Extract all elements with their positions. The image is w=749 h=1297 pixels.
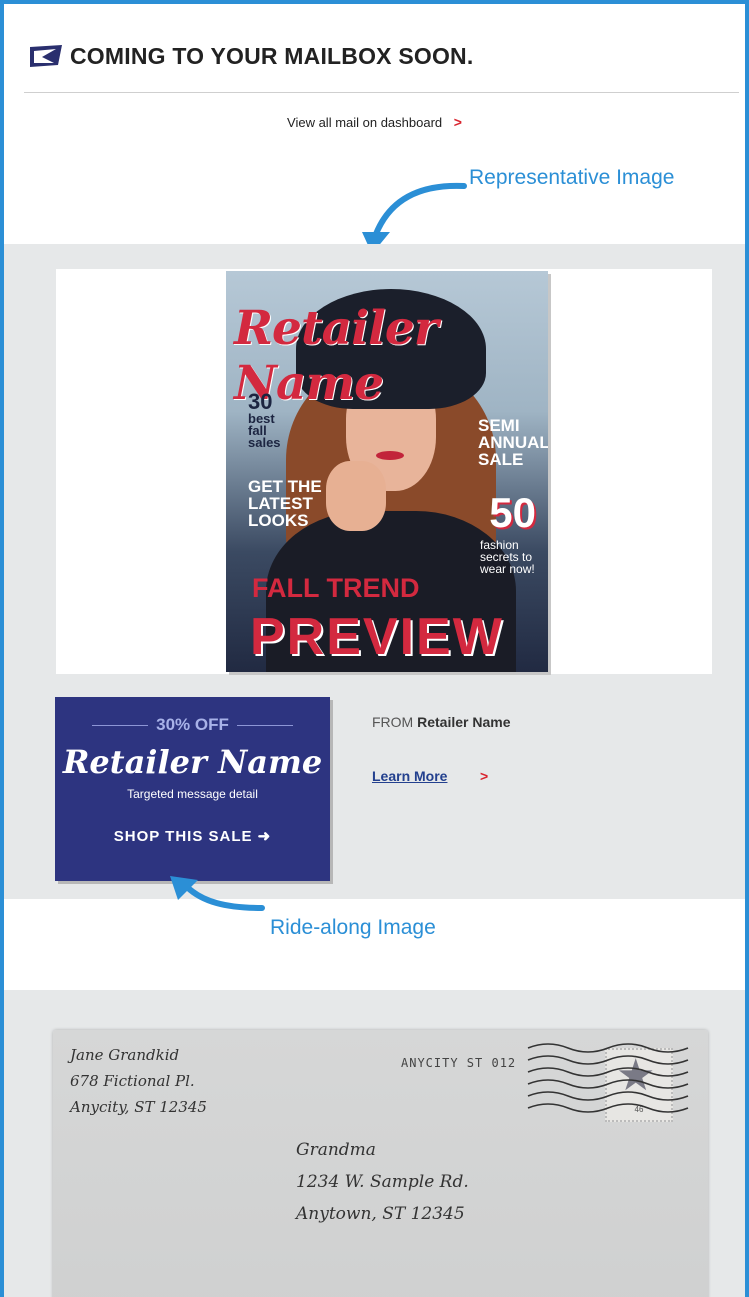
page-title: COMING TO YOUR MAILBOX SOON. [70,42,474,69]
ride-along-image-callout: Ride-along Image [270,916,436,939]
cover-masthead: Retailer Name [234,301,439,411]
sender-name: Retailer Name [417,714,511,730]
chevron-right-icon: > [453,114,462,130]
cover-number-30: 30 [248,389,273,414]
magazine-cover-image[interactable]: Retailer Name 30 best fall sales GET THE… [226,271,548,672]
discount-label: 30% OFF [156,715,229,734]
cover-number-50: 50 [489,489,536,536]
cover-latest-looks: GET THE LATEST LOOKS [248,477,322,530]
shop-this-sale-button[interactable]: SHOP THIS SALE ➜ [55,827,330,845]
recipient-street: 1234 W. Sample Rd. [296,1172,469,1192]
chevron-right-icon: > [480,768,489,784]
discount-line-right [236,724,293,726]
representative-image-callout: Representative Image [469,166,675,189]
dashboard-link-label[interactable]: View all mail on dashboard [287,115,442,130]
mailpiece-panel: Jane Grandkid 678 Fictional Pl. Anycity,… [4,990,745,1297]
cover-fashion-secrets: fashion secrets to wear now! [480,538,535,576]
postmark-text: ANYCITY ST 012 [401,1056,517,1070]
header-divider [24,92,739,93]
ride-along-image[interactable]: 30% OFF Retailer Name Targeted message d… [55,697,330,881]
cover-semi-annual-sale: SEMI ANNUAL SALE [478,416,548,469]
representative-image-container: Retailer Name 30 best fall sales GET THE… [56,269,712,674]
recipient-name: Grandma [296,1140,376,1160]
cover-lips [376,451,404,460]
usps-eagle-logo-icon [30,45,62,67]
ride-along-retailer-name: Retailer Name [62,743,323,781]
cancellation-wave-lines-icon [527,1043,689,1113]
from-label: FROM [372,714,414,730]
return-city: Anycity, ST 12345 [70,1098,207,1116]
ride-along-detail: Targeted message detail [127,787,258,801]
sender-line: FROM Retailer Name [372,714,511,730]
dashboard-link[interactable]: View all mail on dashboard > [4,114,745,130]
envelope-image[interactable]: Jane Grandkid 678 Fictional Pl. Anycity,… [53,1030,708,1297]
recipient-address: Grandma 1234 W. Sample Rd. Anytown, ST 1… [296,1134,469,1230]
curved-arrow-up-icon [170,876,265,911]
cover-preview: PREVIEW [250,608,504,666]
ride-along-discount: 30% OFF [55,715,330,735]
discount-line-left [92,724,149,726]
return-address: Jane Grandkid 678 Fictional Pl. Anycity,… [70,1042,207,1120]
recipient-city: Anytown, ST 12345 [296,1204,465,1224]
learn-more-link[interactable]: Learn More [372,768,447,784]
return-street: 678 Fictional Pl. [70,1072,195,1090]
representative-panel: Retailer Name 30 best fall sales GET THE… [4,244,745,899]
return-name: Jane Grandkid [70,1046,180,1064]
cover-fall-trend: FALL TREND [252,573,420,603]
cover-hand [326,461,386,531]
cover-best-fall-sales: best fall sales [248,411,281,450]
email-frame: COMING TO YOUR MAILBOX SOON. View all ma… [0,0,749,1297]
header: COMING TO YOUR MAILBOX SOON. [30,36,473,76]
